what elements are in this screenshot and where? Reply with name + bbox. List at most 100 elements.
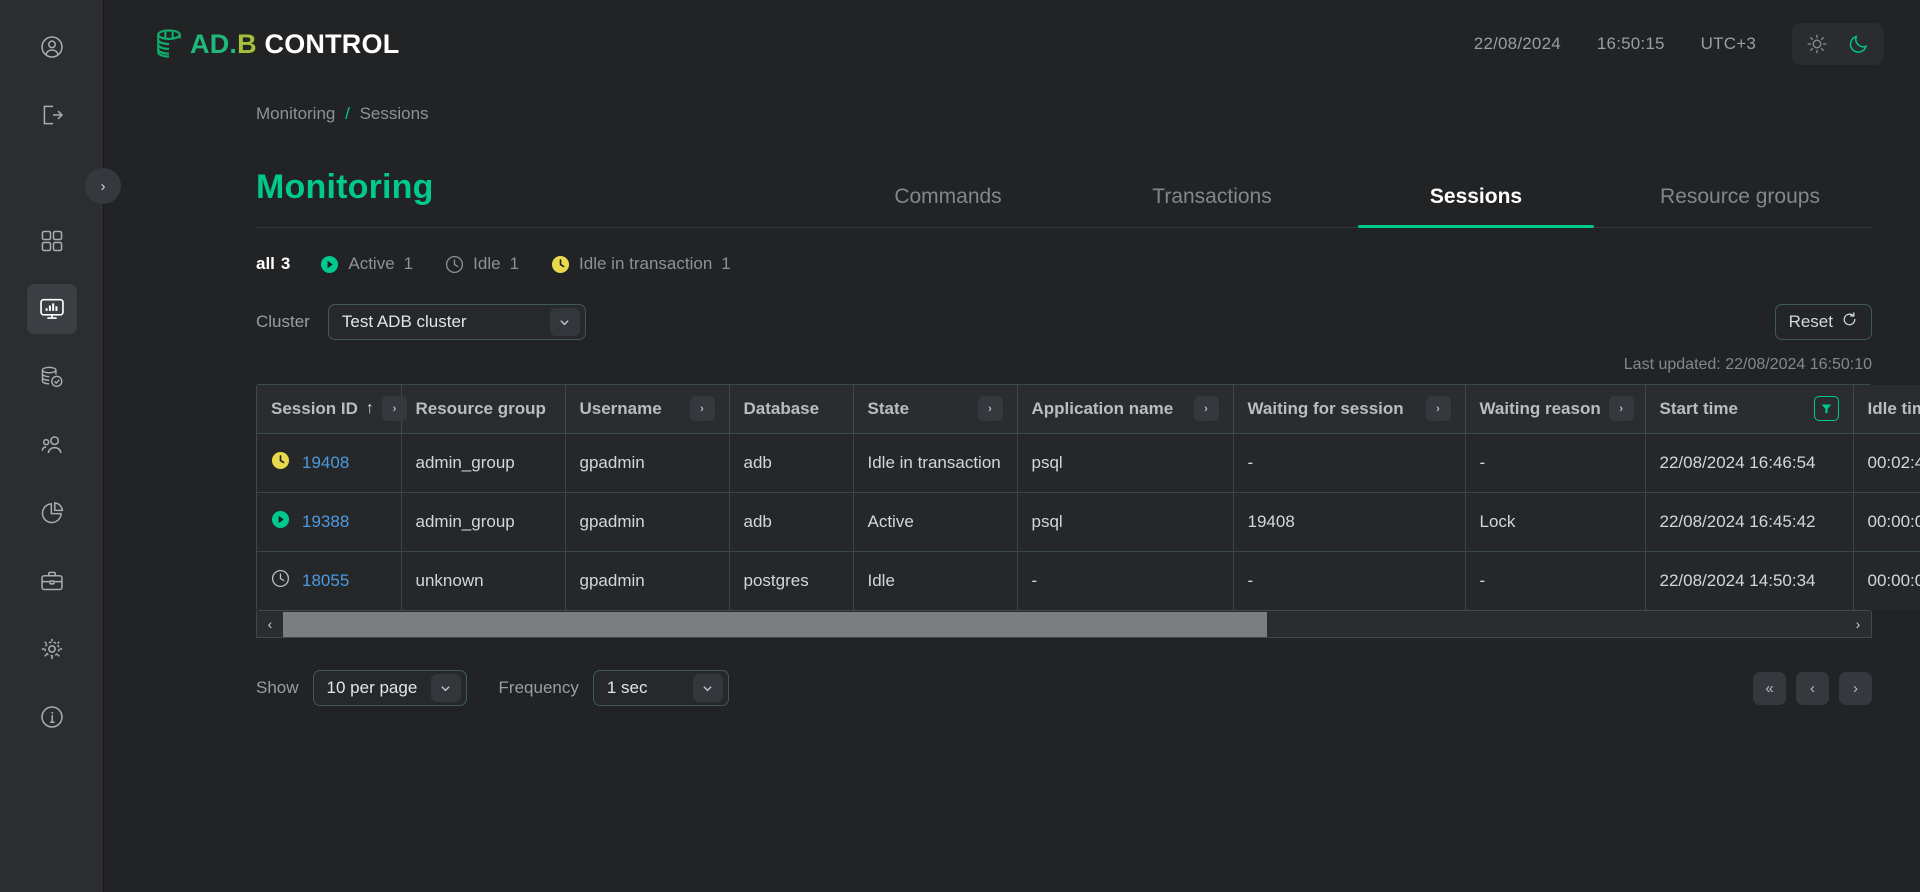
gear-icon[interactable] <box>27 624 77 674</box>
page-title: Monitoring <box>256 168 816 227</box>
content: Monitoring / Sessions Monitoring Command… <box>104 88 1920 706</box>
scroll-left-icon[interactable]: ‹ <box>257 612 283 637</box>
per-page-select[interactable]: 10 per page <box>313 670 467 706</box>
column-header-waiting-for-session[interactable]: Waiting for session › <box>1233 385 1465 433</box>
session-id-link[interactable]: 18055 <box>302 571 349 591</box>
sessions-table: Session ID ↑ › Resource group <box>257 385 1920 610</box>
tab-resource-groups[interactable]: Resource groups <box>1608 185 1872 227</box>
cell-start-time: 22/08/2024 16:45:42 <box>1645 492 1853 551</box>
frequency-select[interactable]: 1 sec <box>593 670 729 706</box>
column-header-start-time[interactable]: Start time <box>1645 385 1853 433</box>
sort-ascending-icon[interactable]: ↑ <box>366 400 374 418</box>
show-label: Show <box>256 678 299 698</box>
tab-commands[interactable]: Commands <box>816 185 1080 227</box>
status-filter-all-label: all <box>256 254 275 274</box>
column-menu-chevron-icon[interactable]: › <box>1426 396 1451 421</box>
monitoring-icon[interactable] <box>27 284 77 334</box>
column-header-waiting-reason[interactable]: Waiting reason › <box>1465 385 1645 433</box>
database-check-icon[interactable] <box>27 352 77 402</box>
session-id-link[interactable]: 19408 <box>302 453 349 473</box>
cell-waiting-reason: Lock <box>1465 492 1645 551</box>
briefcase-icon[interactable] <box>27 556 77 606</box>
cell-start-time: 22/08/2024 16:46:54 <box>1645 433 1853 492</box>
column-menu-chevron-icon[interactable]: › <box>382 396 407 421</box>
logo-b: B <box>237 29 257 59</box>
column-header-application-name[interactable]: Application name › <box>1017 385 1233 433</box>
top-bar-right: 22/08/2024 16:50:15 UTC+3 <box>1474 23 1884 65</box>
chevron-down-icon <box>693 674 723 702</box>
column-header-application-name-label: Application name <box>1032 399 1174 419</box>
cell-waiting-reason: - <box>1465 433 1645 492</box>
app-logo[interactable]: AD.B CONTROL <box>152 27 399 61</box>
cell-database: adb <box>729 433 853 492</box>
cluster-select-value: Test ADB cluster <box>342 312 467 332</box>
logo-text: AD.B CONTROL <box>190 29 399 60</box>
filter-icon[interactable] <box>1814 396 1839 421</box>
next-page-button[interactable]: › <box>1839 672 1872 705</box>
account-icon[interactable] <box>27 22 77 72</box>
app-root: › AD.B CONTROL 22/08/2024 16:50:15 UTC+3 <box>0 0 1920 892</box>
info-icon[interactable] <box>27 692 77 742</box>
status-filter-all[interactable]: all 3 <box>256 254 290 274</box>
column-header-database[interactable]: Database <box>729 385 853 433</box>
scrollbar-track[interactable] <box>283 612 1845 637</box>
reset-button-label: Reset <box>1789 312 1833 332</box>
column-menu-chevron-icon[interactable]: › <box>1194 396 1219 421</box>
table-horizontal-scrollbar[interactable]: ‹ › <box>256 611 1872 638</box>
cell-database: postgres <box>729 551 853 610</box>
table-row[interactable]: 19388 admin_group gpadmin adb Active psq… <box>257 492 1920 551</box>
logout-icon[interactable] <box>27 90 77 140</box>
status-filter-active[interactable]: Active 1 <box>320 254 413 274</box>
column-menu-chevron-icon[interactable]: › <box>690 396 715 421</box>
first-page-button[interactable]: « <box>1753 672 1786 705</box>
column-header-state[interactable]: State › <box>853 385 1017 433</box>
column-header-idle-time[interactable]: Idle time <box>1853 385 1920 433</box>
cell-start-time: 22/08/2024 14:50:34 <box>1645 551 1853 610</box>
breadcrumb: Monitoring / Sessions <box>256 88 1872 124</box>
table-row[interactable]: 18055 unknown gpadmin postgres Idle - - … <box>257 551 1920 610</box>
table-footer: Show 10 per page Frequency 1 sec « ‹ <box>256 670 1872 706</box>
column-header-idle-time-label: Idle time <box>1868 399 1920 419</box>
status-filter-idle-in-transaction[interactable]: Idle in transaction 1 <box>551 254 731 274</box>
pie-chart-icon[interactable] <box>27 488 77 538</box>
logo-control: CONTROL <box>257 29 400 59</box>
moon-icon[interactable] <box>1840 28 1878 60</box>
prev-page-button[interactable]: ‹ <box>1796 672 1829 705</box>
column-header-username[interactable]: Username › <box>565 385 729 433</box>
cell-username: gpadmin <box>565 433 729 492</box>
column-header-start-time-label: Start time <box>1660 399 1738 419</box>
cell-application-name: psql <box>1017 433 1233 492</box>
main-area: AD.B CONTROL 22/08/2024 16:50:15 UTC+3 <box>104 0 1920 892</box>
reset-button[interactable]: Reset <box>1775 304 1872 340</box>
status-filter-idle[interactable]: Idle 1 <box>445 254 519 274</box>
cell-resource-group: admin_group <box>401 433 565 492</box>
cluster-select[interactable]: Test ADB cluster <box>328 304 586 340</box>
tab-transactions[interactable]: Transactions <box>1080 185 1344 227</box>
session-id-link[interactable]: 19388 <box>302 512 349 532</box>
breadcrumb-root[interactable]: Monitoring <box>256 104 335 123</box>
sidebar-nav-group <box>27 216 77 606</box>
dashboard-icon[interactable] <box>27 216 77 266</box>
column-header-session-id[interactable]: Session ID ↑ › <box>257 385 401 433</box>
column-menu-chevron-icon[interactable]: › <box>978 396 1003 421</box>
header-time: 16:50:15 <box>1597 34 1665 54</box>
column-header-resource-group-label: Resource group <box>416 399 546 419</box>
column-menu-chevron-icon[interactable]: › <box>1609 396 1634 421</box>
column-header-resource-group[interactable]: Resource group <box>401 385 565 433</box>
sessions-table-wrapper: Session ID ↑ › Resource group <box>256 384 1872 611</box>
users-icon[interactable] <box>27 420 77 470</box>
scroll-right-icon[interactable]: › <box>1845 612 1871 637</box>
cell-resource-group: unknown <box>401 551 565 610</box>
database-logo-icon <box>152 27 186 61</box>
tab-bar: Commands Transactions Sessions Resource … <box>816 185 1872 227</box>
chevron-down-icon <box>431 674 461 702</box>
scrollbar-thumb[interactable] <box>283 612 1267 637</box>
sun-icon[interactable] <box>1798 28 1836 60</box>
table-row[interactable]: 19408 admin_group gpadmin adb Idle in tr… <box>257 433 1920 492</box>
active-play-icon <box>320 255 339 274</box>
tab-sessions[interactable]: Sessions <box>1344 185 1608 227</box>
sidebar-expand-button[interactable]: › <box>85 168 121 204</box>
status-filter-idle-count: 1 <box>510 254 519 274</box>
sidebar-top-group <box>27 0 77 140</box>
cell-session-id: 18055 <box>257 551 401 610</box>
